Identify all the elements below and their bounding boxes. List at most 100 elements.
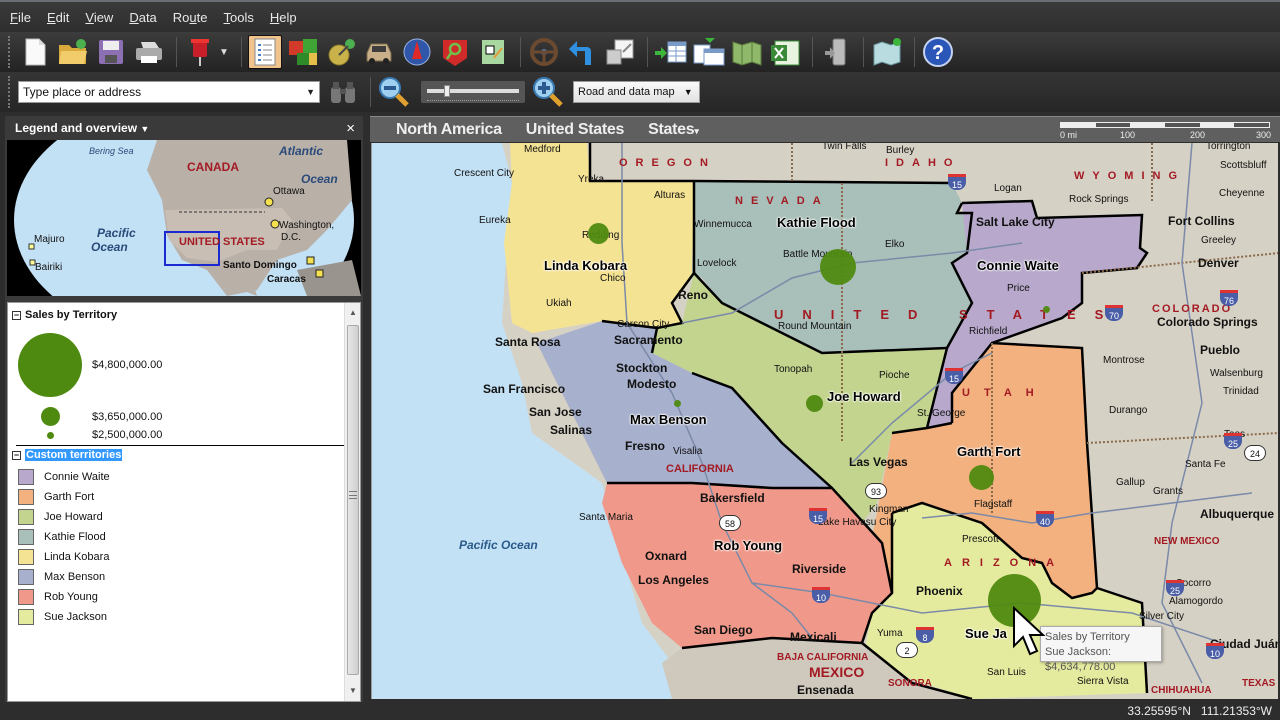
overview-label-ottawa: Ottawa xyxy=(273,186,305,197)
search-placeholder: Type place or address xyxy=(23,85,142,99)
territory-legend-label: Max Benson xyxy=(44,571,106,583)
toolbar-separator xyxy=(370,77,371,107)
scrollbar-thumb[interactable] xyxy=(347,325,359,675)
territory-legend-item[interactable]: Sue Jackson xyxy=(18,609,107,625)
link-data-button[interactable] xyxy=(692,35,726,69)
sales-bubble-connie-waite[interactable] xyxy=(1043,306,1050,313)
sales-legend-value: $4,800,000.00 xyxy=(92,359,163,371)
legend-scrollbar[interactable]: ▲ ▼ xyxy=(344,303,360,701)
city-label-salinas: Salinas xyxy=(550,423,593,437)
breadcrumb-states[interactable]: States▾ xyxy=(648,121,699,139)
interstate-shield: 25 xyxy=(1224,433,1242,449)
territory-legend-item[interactable]: Garth Fort xyxy=(18,489,94,505)
city-label-yreka: Yreka xyxy=(578,174,605,185)
legend-divider xyxy=(16,445,346,446)
city-label-scottsbluff: Scottsbluff xyxy=(1220,160,1267,171)
map-style-select[interactable]: Road and data map ▼ xyxy=(573,81,700,103)
territory-legend-item[interactable]: Joe Howard xyxy=(18,509,103,525)
menu-data[interactable]: Data xyxy=(127,8,158,27)
save-button[interactable] xyxy=(94,35,128,69)
city-label-trinidad: Trinidad xyxy=(1223,386,1259,397)
scroll-down-icon[interactable]: ▼ xyxy=(345,683,361,699)
import-data-button[interactable] xyxy=(654,35,688,69)
help-button[interactable]: ? xyxy=(921,35,955,69)
state-label-baja-california: BAJA CALIFORNIA xyxy=(777,652,869,663)
find-nearby-button[interactable] xyxy=(438,35,472,69)
territory-legend-item[interactable]: Connie Waite xyxy=(18,469,110,485)
excel-button[interactable] xyxy=(768,35,802,69)
territory-legend-item[interactable]: Rob Young xyxy=(18,589,98,605)
pushpin-button[interactable] xyxy=(183,35,217,69)
territory-legend-item[interactable]: Kathie Flood xyxy=(18,529,106,545)
zoom-slider[interactable] xyxy=(421,81,525,103)
map-canvas[interactable]: Linda Kobara Kathie Flood Connie Waite M… xyxy=(371,143,1278,699)
send-to-device-button[interactable] xyxy=(819,35,853,69)
menu-tools[interactable]: Tools xyxy=(222,8,256,27)
territories-section-title[interactable]: Custom territories xyxy=(25,449,123,461)
zoom-out-button[interactable] xyxy=(377,75,411,109)
link-data-icon xyxy=(693,38,725,66)
territory-color-swatch xyxy=(18,609,34,625)
legend-button[interactable] xyxy=(247,35,282,69)
toolbar-grip[interactable] xyxy=(8,36,12,68)
toolbar-grip[interactable] xyxy=(8,76,12,108)
menu-help[interactable]: Help xyxy=(268,8,299,27)
collapse-icon[interactable]: − xyxy=(12,450,21,460)
sales-bubble-linda-kobara[interactable] xyxy=(588,223,609,244)
scale-label: 0 mi xyxy=(1060,130,1078,140)
undo-button[interactable] xyxy=(565,35,599,69)
directions-button[interactable] xyxy=(527,35,561,69)
data-mapping-button[interactable] xyxy=(324,35,358,69)
city-label-elko: Elko xyxy=(885,239,905,250)
chevron-down-icon[interactable]: ▼ xyxy=(140,124,149,134)
breadcrumb-north-america[interactable]: North America xyxy=(396,121,502,139)
map-book-button[interactable] xyxy=(730,35,764,69)
sales-bubble-kathie-flood[interactable] xyxy=(820,249,856,285)
route-planner-button[interactable] xyxy=(362,35,396,69)
scale-bar-graphic xyxy=(1060,122,1270,128)
city-label-lovelock: Lovelock xyxy=(697,258,737,269)
scroll-up-icon[interactable]: ▲ xyxy=(345,305,361,321)
overview-label-santo-domingo: Santo Domingo xyxy=(223,260,297,271)
close-icon[interactable]: × xyxy=(346,120,355,137)
collapse-icon[interactable]: − xyxy=(12,310,21,320)
city-label-denver: Denver xyxy=(1198,256,1239,270)
compass-button[interactable] xyxy=(400,35,434,69)
menu-route[interactable]: Route xyxy=(171,8,210,27)
city-label-richfield: Richfield xyxy=(969,326,1008,337)
city-label-reno: Reno xyxy=(678,288,708,302)
menu-edit[interactable]: Edit xyxy=(45,8,71,27)
city-label-modesto: Modesto xyxy=(627,377,677,391)
search-dropdown-icon[interactable]: ▼ xyxy=(306,87,315,97)
territory-color-swatch xyxy=(18,529,34,545)
legend-panel-title[interactable]: Legend and overview ▼ xyxy=(15,121,149,135)
menu-file[interactable]: File xyxy=(8,8,33,27)
share-map-button[interactable] xyxy=(870,35,904,69)
territory-legend-item[interactable]: Max Benson xyxy=(18,569,105,585)
zoom-in-button[interactable] xyxy=(531,75,565,109)
sales-bubble-garth-fort[interactable] xyxy=(969,465,994,490)
place-search-input[interactable]: Type place or address ▼ xyxy=(18,81,320,103)
overview-map[interactable]: Bering Sea CANADA Atlantic Ocean Ottawa … xyxy=(7,140,361,296)
territory-color-swatch xyxy=(18,569,34,585)
sales-bubble-max-benson[interactable] xyxy=(674,400,681,407)
menu-view[interactable]: View xyxy=(83,8,115,27)
map-locator-button[interactable] xyxy=(476,35,510,69)
territory-legend-item[interactable]: Linda Kobara xyxy=(18,549,109,565)
zoom-slider-thumb[interactable] xyxy=(444,85,451,97)
sales-bubble-joe-howard[interactable] xyxy=(806,395,823,412)
export-button[interactable] xyxy=(603,35,637,69)
find-button[interactable] xyxy=(326,75,360,109)
territory-color-swatch xyxy=(18,509,34,525)
territory-legend-label: Joe Howard xyxy=(44,511,103,523)
territory-label-joe-howard: Joe Howard xyxy=(827,389,901,404)
city-label-riverside: Riverside xyxy=(792,562,847,576)
pushpin-dropdown-icon[interactable]: ▼ xyxy=(219,47,229,58)
city-label-grants: Grants xyxy=(1153,486,1184,497)
new-document-button[interactable] xyxy=(18,35,52,69)
breadcrumb-united-states[interactable]: United States xyxy=(526,121,625,139)
toolbar-separator xyxy=(646,37,648,67)
territories-button[interactable] xyxy=(286,35,320,69)
print-button[interactable] xyxy=(132,35,166,69)
open-button[interactable] xyxy=(56,35,90,69)
